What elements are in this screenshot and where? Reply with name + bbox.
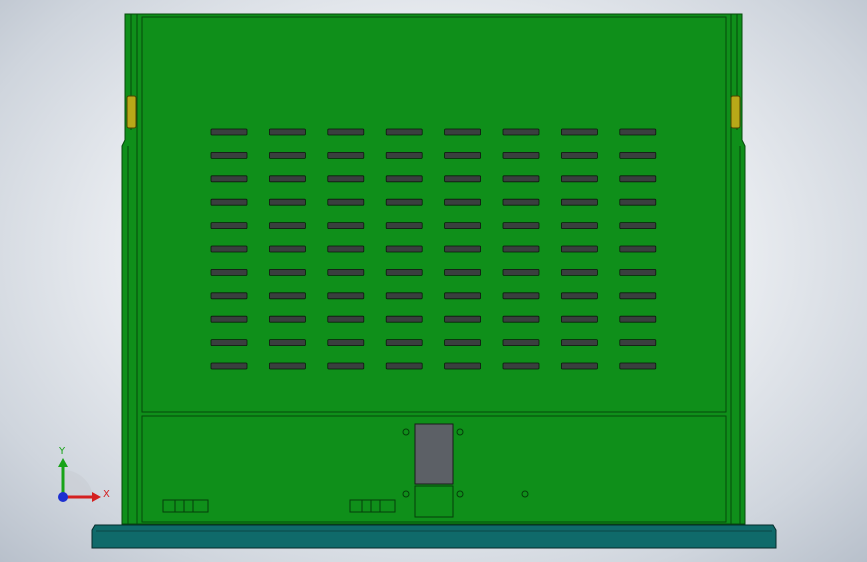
vent-slot (210, 315, 248, 323)
vent-slot (385, 175, 423, 183)
vent-slot (385, 362, 423, 370)
vent-slot (268, 362, 306, 370)
vent-slot (561, 292, 598, 300)
vent-slot (502, 198, 540, 206)
vent-slot (619, 151, 657, 159)
vent-slot (327, 245, 365, 253)
vent-slot (385, 268, 423, 276)
vent-slot (327, 151, 365, 159)
vent-slot (444, 339, 482, 347)
vent-slot (385, 292, 423, 300)
coordinate-triad: Y X (58, 446, 110, 502)
vent-slot (502, 128, 540, 136)
vent-slot (502, 222, 540, 230)
vent-slot (444, 222, 482, 230)
vent-slot (210, 175, 248, 183)
vent-slot (444, 151, 482, 159)
vent-slot (561, 222, 598, 230)
vent-slot (385, 339, 423, 347)
vent-slot (444, 175, 482, 183)
vent-slot (327, 128, 365, 136)
vent-slot (385, 315, 423, 323)
vent-slot (444, 292, 482, 300)
right-hinge (730, 95, 741, 129)
vent-slot (268, 128, 306, 136)
vent-slot (502, 175, 540, 183)
vent-slot (561, 315, 598, 323)
vent-slot (327, 339, 365, 347)
vent-slot (268, 292, 306, 300)
vent-slot (444, 198, 482, 206)
vent-slot (502, 339, 540, 347)
vent-slot (268, 175, 306, 183)
cad-viewport[interactable]: Y X (0, 0, 867, 562)
vent-slot (619, 175, 657, 183)
vent-slot (268, 339, 306, 347)
vent-slot (619, 339, 657, 347)
vent-slot (444, 362, 482, 370)
vent-slot (502, 315, 540, 323)
vent-slot (502, 268, 540, 276)
vent-slot (619, 292, 657, 300)
vent-slot (268, 268, 306, 276)
vent-slot (502, 362, 540, 370)
vent-slot (327, 315, 365, 323)
vent-slot (327, 175, 365, 183)
base-plate (91, 524, 777, 549)
vent-slot (619, 198, 657, 206)
vent-slot (619, 268, 657, 276)
vent-slot (561, 245, 598, 253)
left-hinge (126, 95, 137, 129)
vent-slot (385, 198, 423, 206)
vent-slot (327, 222, 365, 230)
vent-slot (210, 245, 248, 253)
vent-slot (210, 198, 248, 206)
vent-slot (210, 292, 248, 300)
vent-slot (619, 222, 657, 230)
vent-slot (210, 268, 248, 276)
triad-x-label: X (103, 489, 110, 500)
vent-slot (444, 268, 482, 276)
vent-slot (561, 362, 598, 370)
vent-slot (561, 268, 598, 276)
vent-slot (502, 292, 540, 300)
vent-slot (327, 268, 365, 276)
triad-y-label: Y (58, 446, 66, 457)
vent-slot (502, 151, 540, 159)
vent-slot (619, 245, 657, 253)
vent-slot (210, 128, 248, 136)
vent-slot (444, 245, 482, 253)
vent-slot (210, 339, 248, 347)
vent-slot (444, 128, 482, 136)
vent-slot (619, 315, 657, 323)
vent-slot (561, 339, 598, 347)
vent-slot (619, 362, 657, 370)
vent-slot (561, 151, 598, 159)
vent-slot (268, 151, 306, 159)
vent-slot (327, 292, 365, 300)
vent-slot (561, 198, 598, 206)
vent-slot (561, 128, 598, 136)
vent-slot (444, 315, 482, 323)
vent-slot (502, 245, 540, 253)
vent-slot (268, 222, 306, 230)
vent-slot (210, 362, 248, 370)
vent-slot (619, 128, 657, 136)
vent-slot (268, 315, 306, 323)
vent-slot (268, 245, 306, 253)
vent-slot (210, 222, 248, 230)
vent-slot (385, 151, 423, 159)
vent-slot (385, 245, 423, 253)
vent-slot (385, 222, 423, 230)
vent-slot (561, 175, 598, 183)
vent-slot (268, 198, 306, 206)
vent-slot (210, 151, 248, 159)
vent-slot (327, 362, 365, 370)
vent-slot (385, 128, 423, 136)
vent-slot (327, 198, 365, 206)
